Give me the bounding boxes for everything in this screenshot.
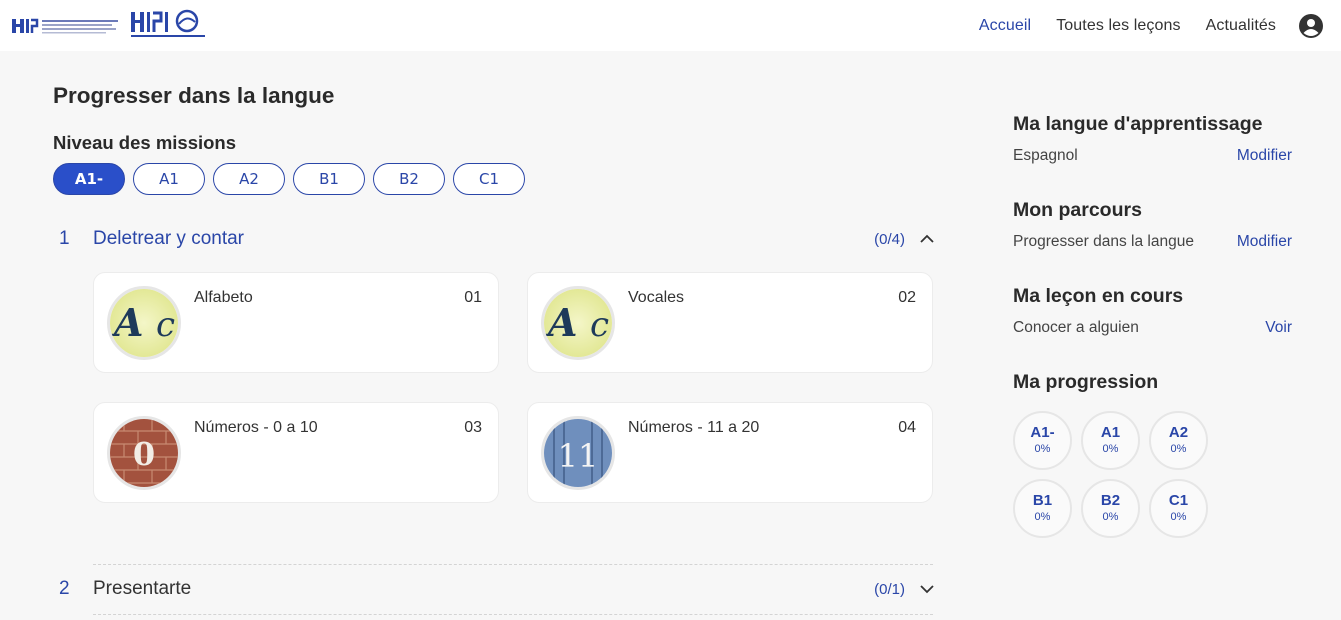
top-bar: Accueil Toutes les leçons Actualités: [0, 0, 1341, 51]
level-button-a1-minus[interactable]: A1-: [53, 163, 125, 195]
level-button-b2[interactable]: B2: [373, 163, 445, 195]
progress-circle-a1-minus: A1- 0%: [1013, 411, 1072, 470]
learning-language-title: Ma langue d'apprentissage: [1013, 113, 1263, 135]
lesson-card-vocales[interactable]: A c Vocales 02: [527, 272, 933, 373]
progress-percent: 0%: [1170, 511, 1187, 523]
current-lesson-value: Conocer a alguien: [1013, 319, 1139, 336]
svg-text:0: 0: [133, 435, 155, 473]
progress-title: Ma progression: [1013, 371, 1159, 393]
lesson-card-numeros-0-10[interactable]: 0 Números - 0 a 10 03: [93, 402, 499, 503]
svg-text:A: A: [545, 300, 577, 345]
levels-title: Niveau des missions: [53, 132, 237, 153]
section-divider: [93, 564, 933, 565]
path-title: Mon parcours: [1013, 199, 1142, 221]
lesson-name: Números - 11 a 20: [628, 419, 760, 436]
svg-text:11: 11: [558, 437, 599, 475]
lesson-card-numeros-11-20[interactable]: 11 Números - 11 a 20 04: [527, 402, 933, 503]
user-icon[interactable]: [1299, 13, 1323, 38]
chevron-down-icon[interactable]: [919, 581, 935, 597]
chevron-up-icon[interactable]: [919, 231, 935, 247]
level-filter: A1- A1 A2 B1 B2 C1: [53, 163, 533, 195]
progress-circle-a1: A1 0%: [1081, 411, 1140, 470]
section-title: Deletrear y contar: [93, 228, 245, 249]
lesson-thumbnail-number-zero: 0: [107, 416, 181, 490]
learning-language-value: Espagnol: [1013, 147, 1078, 164]
section-title: Presentarte: [93, 578, 192, 599]
progress-percent: 0%: [1170, 443, 1187, 455]
svg-text:c: c: [590, 305, 609, 345]
progress-percent: 0%: [1034, 443, 1051, 455]
path-value: Progresser dans la langue: [1013, 233, 1194, 250]
section-divider: [93, 614, 933, 615]
nav-actualites[interactable]: Actualités: [1206, 17, 1276, 35]
section-number: 2: [59, 578, 70, 599]
progress-circle-b2: B2 0%: [1081, 479, 1140, 538]
lesson-name: Alfabeto: [194, 289, 253, 306]
lesson-number: 01: [464, 289, 482, 306]
progress-level: C1: [1168, 492, 1189, 509]
lesson-thumbnail-letters: A c: [541, 286, 615, 360]
progress-level: B1: [1032, 492, 1053, 509]
section-progress-count: (0/4): [874, 230, 905, 248]
lesson-number: 03: [464, 419, 482, 436]
modify-path-link[interactable]: Modifier: [1237, 233, 1292, 251]
nav-accueil[interactable]: Accueil: [979, 17, 1031, 35]
section-number: 1: [59, 228, 70, 249]
svg-text:c: c: [156, 305, 175, 345]
lesson-name: Vocales: [628, 289, 685, 306]
progress-level: A1-: [1030, 424, 1055, 441]
level-button-a2[interactable]: A2: [213, 163, 285, 195]
progress-level: A2: [1168, 424, 1189, 441]
section-header-1[interactable]: 1 Deletrear y contar (0/4): [53, 224, 935, 254]
lesson-name: Números - 0 a 10: [194, 419, 318, 436]
lesson-number: 02: [898, 289, 916, 306]
view-current-lesson-link[interactable]: Voir: [1265, 319, 1292, 337]
lesson-number: 04: [898, 419, 916, 436]
page-title: Progresser dans la langue: [53, 83, 335, 108]
lesson-thumbnail-number-eleven: 11: [541, 416, 615, 490]
nav-toutes-les-lecons[interactable]: Toutes les leçons: [1056, 17, 1180, 35]
progress-percent: 0%: [1102, 511, 1119, 523]
university-logo[interactable]: [12, 14, 120, 38]
progress-percent: 0%: [1034, 511, 1051, 523]
progress-circle-c1: C1 0%: [1149, 479, 1208, 538]
level-button-c1[interactable]: C1: [453, 163, 525, 195]
section-progress-count: (0/1): [874, 580, 905, 598]
lesson-thumbnail-letters: A c: [107, 286, 181, 360]
modify-language-link[interactable]: Modifier: [1237, 147, 1292, 165]
progress-circle-b1: B1 0%: [1013, 479, 1072, 538]
progress-level: B2: [1100, 492, 1121, 509]
progress-percent: 0%: [1102, 443, 1119, 455]
faculty-logo[interactable]: [129, 8, 207, 40]
section-header-2[interactable]: 2 Presentarte (0/1): [53, 574, 935, 604]
progress-level: A1: [1100, 424, 1121, 441]
progress-circle-a2: A2 0%: [1149, 411, 1208, 470]
current-lesson-title: Ma leçon en cours: [1013, 285, 1184, 307]
lesson-card-alfabeto[interactable]: A c Alfabeto 01: [93, 272, 499, 373]
level-button-b1[interactable]: B1: [293, 163, 365, 195]
svg-text:A: A: [111, 300, 143, 345]
main-nav: Accueil Toutes les leçons Actualités: [954, 0, 1323, 51]
level-button-a1[interactable]: A1: [133, 163, 205, 195]
